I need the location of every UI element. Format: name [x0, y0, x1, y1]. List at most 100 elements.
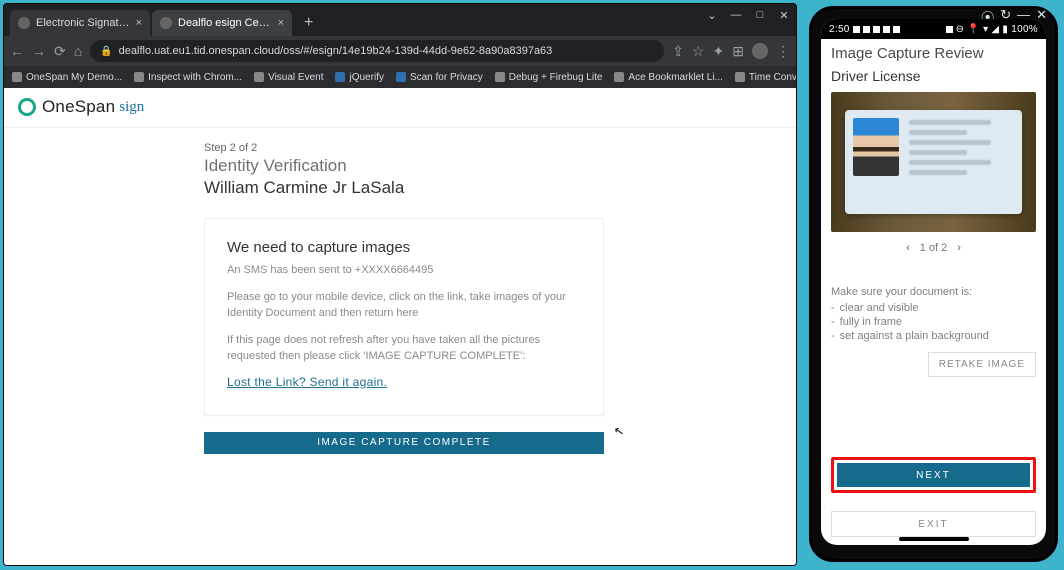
checklist-label: fully in frame [840, 316, 902, 328]
heading-identity: Identity Verification [204, 156, 796, 176]
checklist-label: set against a plain background [840, 330, 989, 342]
content: Step 2 of 2 Identity Verification Willia… [4, 128, 796, 454]
battery-text: 100% [1011, 24, 1038, 35]
bookmarks-bar: OneSpan My Demo... Inspect with Chrom...… [4, 66, 796, 88]
toolbar-right: ⇪ ☆ ✦ ⊞ ⋮ [672, 43, 790, 60]
status-icon [883, 26, 890, 33]
image-capture-complete-button[interactable]: IMAGE CAPTURE COMPLETE [204, 432, 604, 454]
bookmark-icon [495, 72, 505, 82]
step-indicator: Step 2 of 2 [204, 142, 796, 154]
tab-2[interactable]: Dealflo esign Ceremony × [152, 10, 292, 36]
favicon-icon [160, 17, 172, 29]
bookmark[interactable]: Visual Event [254, 72, 323, 83]
chevron-down-icon[interactable]: ⌄ [706, 9, 718, 22]
minimize-icon[interactable]: ― [730, 9, 742, 22]
user-name: William Carmine Jr LaSala [204, 178, 796, 198]
close-window-icon[interactable]: ✕ [778, 9, 790, 22]
checklist: Make sure your document is: -clear and v… [831, 286, 1036, 344]
page-body: OneSpan sign Step 2 of 2 Identity Verifi… [4, 88, 796, 565]
star-icon[interactable]: ☆ [692, 43, 705, 60]
home-indicator-icon[interactable] [899, 537, 969, 541]
chevron-right-icon[interactable]: › [957, 242, 961, 254]
chevron-left-icon[interactable]: ‹ [906, 242, 910, 254]
status-bar: 2:50 ⊖ 📍 ▾ ◢ ▮ 100% [821, 19, 1046, 39]
bookmark-icon [12, 72, 22, 82]
brand-name: OneSpan [42, 97, 115, 117]
bookmark[interactable]: jQuerify [335, 72, 383, 83]
status-icon [853, 26, 860, 33]
cursor-icon: ↖ [613, 423, 625, 439]
battery-icon: ▮ [1002, 24, 1008, 35]
card-title: We need to capture images [227, 239, 581, 256]
doc-type: Driver License [831, 68, 1036, 84]
bookmark-label: Debug + Firebug Lite [509, 72, 603, 83]
signal-icon [946, 26, 953, 33]
wifi-icon: ▾ [983, 24, 988, 35]
pager: ‹ 1 of 2 › [831, 232, 1036, 258]
window-controls: ⌄ ― □ ✕ [706, 9, 790, 22]
bookmark[interactable]: OneSpan My Demo... [12, 72, 122, 83]
tab-2-label: Dealflo esign Ceremony [178, 17, 272, 29]
close-icon[interactable]: × [136, 17, 142, 29]
phone-screen: 2:50 ⊖ 📍 ▾ ◢ ▮ 100% Image Capture Review… [821, 19, 1046, 545]
checklist-label: clear and visible [840, 302, 919, 314]
bookmark-icon [134, 72, 144, 82]
resend-link[interactable]: Lost the Link? Send it again. [227, 375, 387, 389]
capture-card: We need to capture images An SMS has bee… [204, 218, 604, 416]
bookmark[interactable]: Time Converter - C... [735, 72, 797, 83]
phone-title: Image Capture Review [831, 45, 1036, 62]
bookmark-label: jQuerify [349, 72, 383, 83]
newtab-button[interactable]: + [294, 14, 323, 36]
avatar[interactable] [752, 43, 768, 59]
bookmark-icon [254, 72, 264, 82]
status-icon [873, 26, 880, 33]
browser-window: Electronic Signature, Cloud Auth × Dealf… [3, 3, 797, 566]
close-icon[interactable]: × [278, 17, 284, 29]
id-lines [909, 118, 1013, 206]
favicon-icon [18, 17, 30, 29]
license-image [831, 92, 1036, 232]
bookmark[interactable]: Scan for Privacy [396, 72, 483, 83]
bookmark-icon [396, 72, 406, 82]
home-icon[interactable]: ⌂ [74, 43, 82, 59]
back-icon[interactable]: ← [10, 43, 24, 59]
menu-icon[interactable]: ⋮ [776, 43, 790, 60]
tab-1[interactable]: Electronic Signature, Cloud Auth × [10, 10, 150, 36]
bookmark-label: Scan for Privacy [410, 72, 483, 83]
brand-row: OneSpan sign [4, 88, 796, 128]
instructions-2: If this page does not refresh after you … [227, 332, 581, 365]
id-card-icon [845, 110, 1021, 214]
forward-icon[interactable]: → [32, 43, 46, 59]
reload-icon[interactable]: ⟳ [54, 43, 66, 60]
extension-icon[interactable]: ✦ [713, 43, 725, 60]
cell-icon: ◢ [991, 24, 999, 35]
bookmark-icon [335, 72, 345, 82]
dnd-icon: ⊖ [956, 24, 965, 35]
share-icon[interactable]: ⇪ [672, 43, 684, 60]
maximize-icon[interactable]: □ [754, 9, 766, 22]
bookmark-label: Ace Bookmarklet Li... [628, 72, 722, 83]
bookmark[interactable]: Ace Bookmarklet Li... [614, 72, 722, 83]
tab-1-label: Electronic Signature, Cloud Auth [36, 17, 130, 29]
checklist-item: -clear and visible [831, 302, 1036, 314]
location-icon: 📍 [967, 24, 980, 35]
address-bar: ← → ⟳ ⌂ 🔒 dealflo.uat.eu1.tid.onespan.cl… [4, 36, 796, 66]
checklist-lead: Make sure your document is: [831, 286, 1036, 298]
bookmark-icon [735, 72, 745, 82]
next-button[interactable]: NEXT [837, 463, 1030, 487]
bookmark-label: OneSpan My Demo... [26, 72, 122, 83]
url-text: dealflo.uat.eu1.tid.onespan.cloud/oss/#/… [119, 45, 553, 57]
url-input[interactable]: 🔒 dealflo.uat.eu1.tid.onespan.cloud/oss/… [90, 40, 664, 62]
sms-info: An SMS has been sent to +XXXX6664495 [227, 262, 581, 279]
phone-frame: ⦿ ↻ — ✕ 2:50 ⊖ 📍 ▾ ◢ ▮ 100% [809, 6, 1058, 562]
puzzle-icon[interactable]: ⊞ [732, 43, 744, 60]
bookmark[interactable]: Debug + Firebug Lite [495, 72, 603, 83]
brand-logo-icon [18, 98, 36, 116]
retake-image-button[interactable]: RETAKE IMAGE [928, 352, 1036, 377]
bookmark[interactable]: Inspect with Chrom... [134, 72, 242, 83]
pager-text: 1 of 2 [920, 242, 948, 254]
exit-button[interactable]: EXIT [831, 511, 1036, 537]
bookmark-icon [614, 72, 624, 82]
status-time: 2:50 [829, 24, 850, 35]
instructions-1: Please go to your mobile device, click o… [227, 289, 581, 322]
